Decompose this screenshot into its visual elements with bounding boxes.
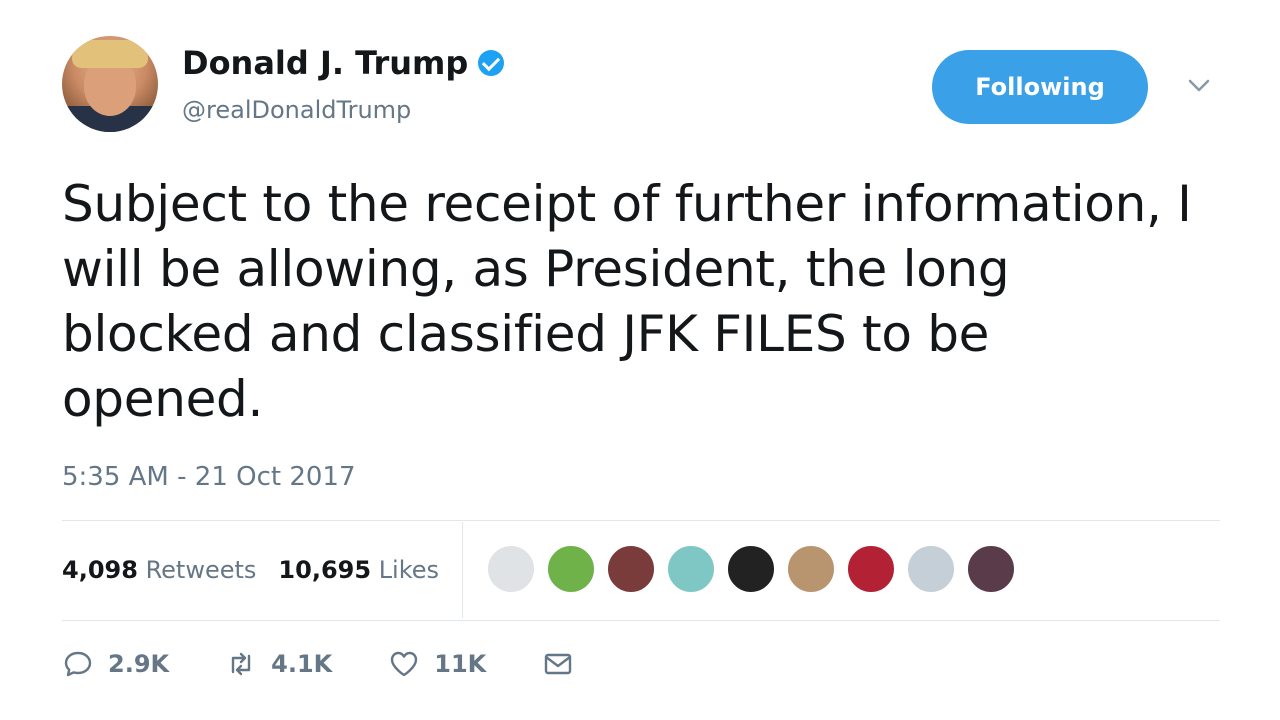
author-name[interactable]: Donald J. Trump xyxy=(182,44,505,82)
heart-icon xyxy=(391,651,418,677)
likes-stat[interactable]: 10,695 Likes xyxy=(278,556,439,584)
tweet-text-line: opened. xyxy=(62,370,264,428)
like-count: 11K xyxy=(434,650,487,678)
teal-map-avatar[interactable] xyxy=(666,544,716,594)
reply-icon xyxy=(64,651,92,677)
like-button[interactable]: 11K xyxy=(388,648,486,680)
divider xyxy=(62,620,1220,621)
tweet-text-line: will be allowing, as President, the long xyxy=(62,240,1010,298)
likes-label: Likes xyxy=(378,556,440,584)
envelope-icon xyxy=(545,653,572,675)
tweet-text-line: Subject to the receipt of further inform… xyxy=(62,175,1192,233)
author-name-text[interactable]: Donald J. Trump xyxy=(182,44,468,82)
author-avatar[interactable] xyxy=(62,36,158,132)
reply-button[interactable]: 2.9K xyxy=(62,648,169,680)
likes-count: 10,695 xyxy=(278,556,372,584)
retweet-button[interactable]: 4.1K xyxy=(225,648,332,680)
retweets-stat[interactable]: 4,098 Retweets xyxy=(62,556,256,584)
tweet-timestamp[interactable]: 5:35 AM - 21 Oct 2017 xyxy=(62,462,356,492)
retweet-icon xyxy=(231,652,251,676)
direct-message-button[interactable] xyxy=(542,648,574,680)
action-bar: 2.9K 4.1K 11K xyxy=(62,648,630,680)
text-avatar[interactable] xyxy=(726,544,776,594)
retweets-count: 4,098 xyxy=(62,556,138,584)
group-avatar[interactable] xyxy=(966,544,1016,594)
engagement-stats: 4,098 Retweets 10,695 Likes xyxy=(62,556,439,584)
author-handle[interactable]: @realDonaldTrump xyxy=(182,96,411,124)
us-flag-avatar[interactable] xyxy=(846,544,896,594)
landscape-avatar[interactable] xyxy=(546,544,596,594)
divider xyxy=(62,520,1220,521)
likers-avatars xyxy=(486,544,1016,594)
default-avatar[interactable] xyxy=(906,544,956,594)
tweet-card: Donald J. Trump @realDonaldTrump Followi… xyxy=(0,0,1280,720)
woman-avatar[interactable] xyxy=(606,544,656,594)
person-in-suit-avatar[interactable] xyxy=(486,544,536,594)
verified-badge-icon xyxy=(478,50,505,76)
couple-avatar[interactable] xyxy=(786,544,836,594)
tweet-text-line: blocked and classified JFK FILES to be xyxy=(62,305,990,363)
retweets-label: Retweets xyxy=(145,556,257,584)
following-button[interactable]: Following xyxy=(932,50,1148,124)
tweet-text: Subject to the receipt of further inform… xyxy=(62,172,1232,432)
retweet-count: 4.1K xyxy=(271,650,333,678)
reply-count: 2.9K xyxy=(108,650,170,678)
stats-separator xyxy=(462,522,463,618)
chevron-down-icon[interactable] xyxy=(1186,76,1212,96)
